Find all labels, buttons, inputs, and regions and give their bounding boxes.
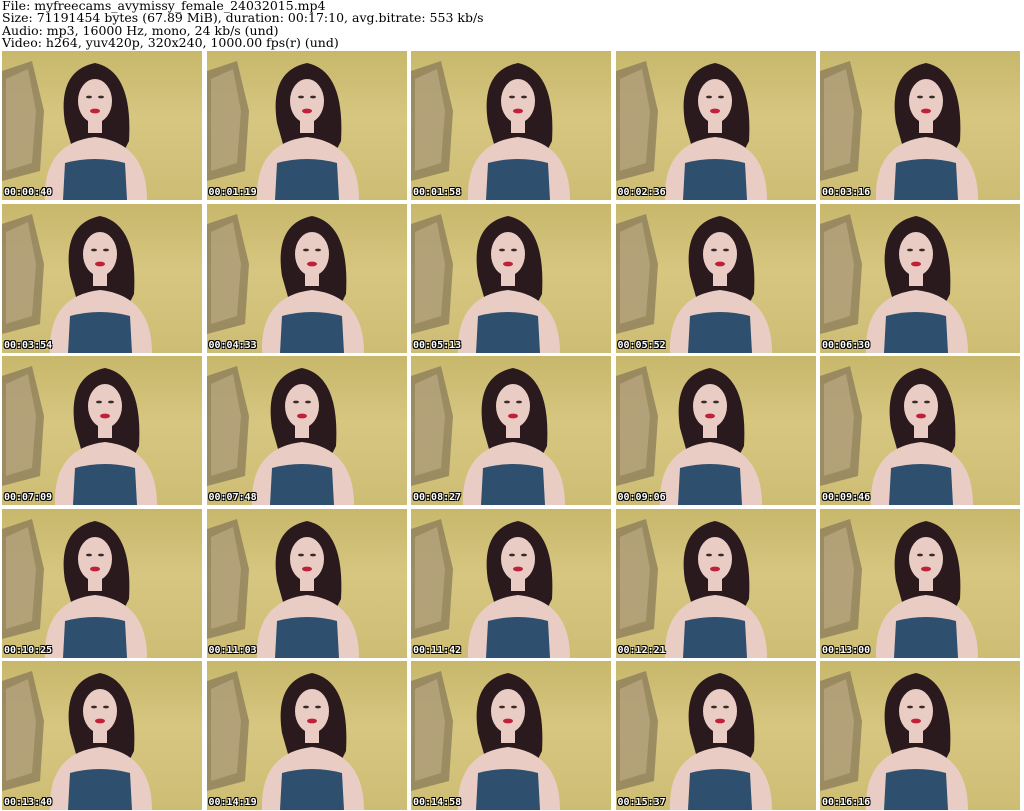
video-thumbnail: 00:07:09 xyxy=(2,356,202,505)
thumbnail-timestamp: 00:13:40 xyxy=(4,797,53,808)
frame-image xyxy=(820,671,968,810)
video-thumbnail: 00:01:19 xyxy=(206,51,407,200)
thumbnail-timestamp: 00:13:00 xyxy=(822,644,871,656)
thumbnail-timestamp: 00:07:48 xyxy=(208,492,257,503)
frame-image xyxy=(615,518,767,658)
frame-image xyxy=(2,671,152,810)
thumbnail-timestamp: 00:15:37 xyxy=(617,797,666,808)
frame-image xyxy=(2,61,147,200)
thumbnail-timestamp: 00:11:03 xyxy=(208,644,257,656)
video-thumbnail: 00:11:03 xyxy=(206,508,407,658)
thumbnail-timestamp: 00:08:27 xyxy=(413,492,462,503)
frame-image xyxy=(206,366,354,505)
thumbnail-timestamp: 00:14:58 xyxy=(413,797,462,808)
frame-image xyxy=(2,213,152,353)
thumbnail-timestamp: 00:05:13 xyxy=(413,339,462,351)
thumbnail-timestamp: 00:00:40 xyxy=(4,187,53,198)
video-thumbnail: 00:12:21 xyxy=(615,508,816,658)
thumbnail-timestamp: 00:09:46 xyxy=(822,492,871,503)
thumbnail-timestamp: 00:12:21 xyxy=(617,644,666,656)
frame-image xyxy=(206,213,364,353)
frame-image xyxy=(411,518,570,658)
frame-image xyxy=(206,518,359,658)
thumbnail-timestamp: 00:07:09 xyxy=(4,492,53,503)
video-thumbnail: 00:11:42 xyxy=(411,508,611,658)
file-info-header: File: myfreecams_avymissy_female_2403201… xyxy=(2,0,1022,50)
video-thumbnail: 00:03:54 xyxy=(2,203,202,353)
frame-image xyxy=(411,671,560,810)
thumbnail-timestamp: 00:06:30 xyxy=(822,339,871,351)
frame-image xyxy=(820,61,978,200)
frame-image xyxy=(411,366,565,505)
thumbnail-timestamp: 00:04:33 xyxy=(208,339,257,351)
thumbnail-timestamp: 00:03:16 xyxy=(822,187,871,198)
video-thumbnail: 00:14:19 xyxy=(206,661,407,810)
frame-image xyxy=(2,366,157,505)
frame-image xyxy=(820,366,973,505)
thumbnail-timestamp: 00:03:54 xyxy=(4,339,53,351)
frame-image xyxy=(615,213,772,353)
frame-image xyxy=(615,671,772,810)
video-thumbnail: 00:05:52 xyxy=(615,203,816,353)
thumbnail-grid: 00:00:40 00:01:19 00:01:58 00:02:36 00:03:16… xyxy=(2,51,1022,811)
video-thumbnail: 00:14:58 xyxy=(411,661,611,810)
video-thumbnail: 00:02:36 xyxy=(615,51,816,200)
thumbnail-timestamp: 00:11:42 xyxy=(413,644,462,656)
video-thumbnail: 00:13:40 xyxy=(2,661,202,810)
thumbnail-timestamp: 00:02:36 xyxy=(617,187,666,198)
frame-image xyxy=(411,61,570,200)
video-thumbnail: 00:03:16 xyxy=(820,51,1020,200)
thumbnail-timestamp: 00:10:25 xyxy=(4,644,53,656)
video-thumbnail: 00:10:25 xyxy=(2,508,202,658)
video-thumbnail: 00:01:58 xyxy=(411,51,611,200)
frame-image xyxy=(206,671,364,810)
video-info: Video: h264, yuv420p, 320x240, 1000.00 f… xyxy=(2,34,339,50)
video-thumbnail: 00:04:33 xyxy=(206,203,407,353)
thumbnail-timestamp: 00:01:19 xyxy=(208,187,257,198)
video-thumbnail: 00:09:06 xyxy=(615,356,816,505)
thumbnail-timestamp: 00:14:19 xyxy=(208,797,257,808)
frame-image xyxy=(615,366,762,505)
thumbnail-timestamp: 00:16:16 xyxy=(822,797,871,808)
frame-image xyxy=(820,213,968,353)
frame-image xyxy=(206,61,359,200)
frame-image xyxy=(820,518,978,658)
frame-image xyxy=(615,61,767,200)
video-thumbnail: 00:15:37 xyxy=(615,661,816,810)
video-thumbnail: 00:07:48 xyxy=(206,356,407,505)
video-thumbnail: 00:08:27 xyxy=(411,356,611,505)
video-thumbnail: 00:09:46 xyxy=(820,356,1020,505)
video-thumbnail: 00:16:16 xyxy=(820,661,1020,810)
frame-image xyxy=(411,213,560,353)
thumbnail-timestamp: 00:09:06 xyxy=(617,492,666,503)
video-thumbnail: 00:05:13 xyxy=(411,203,611,353)
video-thumbnail: 00:13:00 xyxy=(820,508,1020,658)
video-thumbnail: 00:06:30 xyxy=(820,203,1020,353)
thumbnail-timestamp: 00:05:52 xyxy=(617,339,666,351)
frame-image xyxy=(2,518,147,658)
thumbnail-timestamp: 00:01:58 xyxy=(413,187,462,198)
video-thumbnail: 00:00:40 xyxy=(2,51,202,200)
